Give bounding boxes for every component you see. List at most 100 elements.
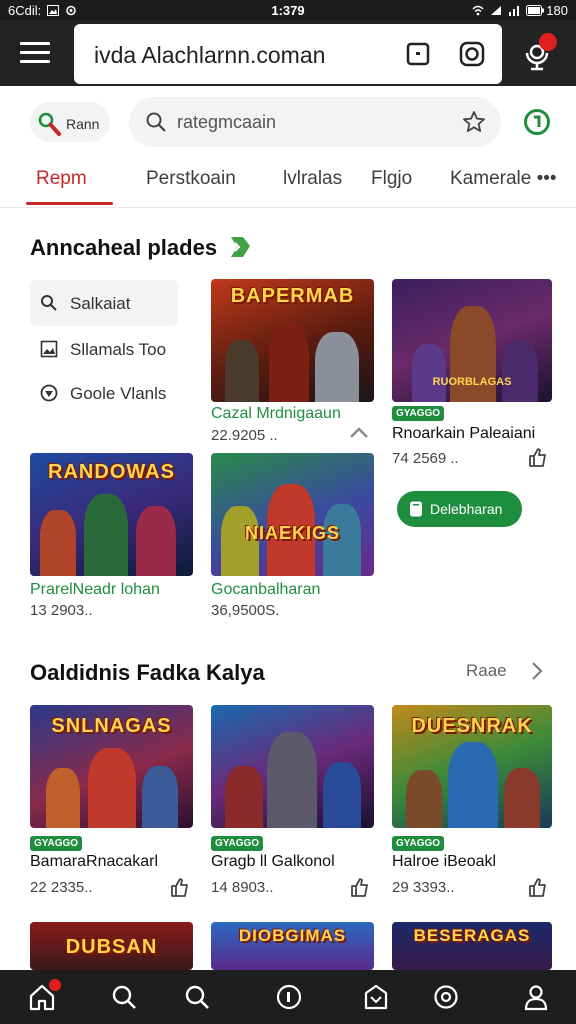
thumbnail-subtitle-art: RUORBLAGAS <box>432 376 512 388</box>
notification-dot <box>49 979 61 991</box>
chevron-right-icon[interactable] <box>530 660 544 682</box>
category-badge: GYAGGO <box>392 836 445 851</box>
filter-label: Salkaiat <box>70 294 131 313</box>
library-icon[interactable] <box>362 983 390 1011</box>
play-protect-icon[interactable] <box>523 108 551 136</box>
thumbs-up-icon[interactable] <box>348 876 370 898</box>
category-tabs: Repm Perstkoain lvlralas Flgjo Kamerale … <box>0 160 576 208</box>
search-icon[interactable] <box>110 983 138 1011</box>
game-thumbnail[interactable]: BAPERMAB <box>211 279 374 402</box>
star-icon[interactable] <box>462 110 486 134</box>
app-meta: 74 2569 .. <box>392 450 459 467</box>
settings-icon[interactable] <box>432 983 460 1011</box>
category-badge: GYAGGO <box>30 836 83 851</box>
tab-flgjo[interactable]: Flgjo <box>371 168 412 190</box>
character-figure <box>502 340 538 402</box>
app-title[interactable]: Rnoarkain Paleaiani <box>392 425 535 443</box>
menu-button[interactable] <box>20 42 50 66</box>
chevron-up-icon[interactable] <box>348 422 370 444</box>
thumbnail-title-art: DIOBGIMAS <box>238 926 347 945</box>
menu-icon-line <box>20 51 50 54</box>
filter-sllamals-too[interactable]: Sllamals Too <box>30 326 178 372</box>
status-bar: 6Cdil: 1:379 180 <box>0 0 576 20</box>
thumbnail-title-art: NIAEKIGS <box>244 523 340 543</box>
tab-perstkoain[interactable]: Perstkoain <box>146 168 236 190</box>
game-thumbnail[interactable]: RUORBLAGAS <box>392 279 552 402</box>
menu-icon-line <box>20 60 50 63</box>
thumbs-up-icon[interactable] <box>526 876 548 898</box>
search-input[interactable]: rategmcaain <box>177 112 276 133</box>
thumbs-up-icon[interactable] <box>526 446 548 468</box>
menu-icon-line <box>20 42 50 45</box>
game-thumbnail[interactable]: DUESNRAK <box>392 705 552 828</box>
game-thumbnail[interactable]: BESERAGAS <box>392 922 552 970</box>
app-meta: 29 3393.. <box>392 879 455 896</box>
tab-kamerale[interactable]: Kamerale ••• <box>450 168 557 190</box>
category-badge: GYAGGO <box>211 836 264 851</box>
app-meta: 22.9205 .. <box>211 427 278 444</box>
category-badge: GYAGGO <box>392 406 445 421</box>
recommend-badge-icon <box>231 237 250 257</box>
url-text[interactable]: ivda Alachlarnn.coman <box>94 42 325 69</box>
install-button-label: Delebharan <box>430 501 503 517</box>
character-figure <box>225 340 259 402</box>
section-title: Oaldidnis Fadka Kalya <box>30 660 265 685</box>
account-icon[interactable] <box>522 983 550 1011</box>
character-figure <box>225 766 263 828</box>
image-icon <box>40 340 58 358</box>
thumbnail-title-art: BESERAGAS <box>413 926 531 945</box>
search-bar[interactable]: rategmcaain <box>129 97 501 147</box>
play-icon[interactable] <box>275 983 303 1011</box>
character-figure <box>267 732 317 828</box>
app-title[interactable]: PrarelNeadr lohan <box>30 581 160 599</box>
app-title[interactable]: Cazal Mrdnigaaun <box>211 405 341 423</box>
tab-switcher-icon[interactable] <box>404 40 432 68</box>
game-thumbnail[interactable]: NIAEKIGS <box>211 453 374 576</box>
clock: 1:379 <box>271 2 305 18</box>
thumbs-up-icon[interactable] <box>168 876 190 898</box>
character-figure <box>40 510 76 576</box>
game-thumbnail[interactable]: DUBSAN <box>30 922 193 970</box>
thumbnail-title-art: DUBSAN <box>65 936 158 958</box>
thumbnail-title-art: BAPERMAB <box>230 285 355 307</box>
explore-icon[interactable] <box>183 983 211 1011</box>
character-figure <box>136 506 176 576</box>
app-title[interactable]: BamaraRnacakarl <box>30 853 158 871</box>
install-button[interactable]: Delebharan <box>397 491 522 527</box>
tab-repm[interactable]: Repm <box>36 168 87 190</box>
character-figure <box>323 762 361 828</box>
game-thumbnail[interactable]: RANDOWAS <box>30 453 193 576</box>
character-figure <box>142 766 178 828</box>
character-figure <box>406 770 442 828</box>
thumbnail-title-art: DUESNRAK <box>411 715 533 737</box>
bottom-navigation <box>0 970 576 1024</box>
search-chip[interactable]: Rann <box>30 102 110 142</box>
thumbnail-title-art: SNLNAGAS <box>51 715 172 737</box>
app-title[interactable]: Halroe iBeoakl <box>392 853 496 871</box>
app-title[interactable]: Gocanbalharan <box>211 581 320 599</box>
game-thumbnail[interactable]: SNLNAGAS <box>30 705 193 828</box>
camera-icon[interactable] <box>458 40 486 68</box>
app-meta: 13 2903.. <box>30 602 93 619</box>
app-title[interactable]: Gragb ll Galkonol <box>211 853 335 871</box>
section-title: Anncaheal plades <box>30 235 218 260</box>
character-figure <box>46 768 80 828</box>
search-icon <box>41 295 57 311</box>
tab-lvlralas[interactable]: lvlralas <box>283 168 342 190</box>
game-thumbnail[interactable]: DIOBGIMAS <box>211 922 374 970</box>
phone-icon <box>410 501 422 517</box>
see-more-link[interactable]: Raae <box>466 661 507 681</box>
game-thumbnail[interactable] <box>211 705 374 828</box>
filter-goole-vlanls[interactable]: Goole Vlanls <box>30 370 178 416</box>
search-icon <box>146 112 166 132</box>
active-tab-indicator <box>26 202 113 205</box>
app-meta: 14 8903.. <box>211 879 274 896</box>
character-figure <box>315 332 359 402</box>
app-meta: 36,9500S. <box>211 602 280 619</box>
address-bar[interactable]: ivda Alachlarnn.coman <box>74 24 502 84</box>
notification-dot <box>539 33 557 51</box>
filter-label: Sllamals Too <box>70 340 167 359</box>
divider <box>0 207 576 208</box>
filter-salkaiat[interactable]: Salkaiat <box>30 280 178 326</box>
character-figure <box>504 768 540 828</box>
